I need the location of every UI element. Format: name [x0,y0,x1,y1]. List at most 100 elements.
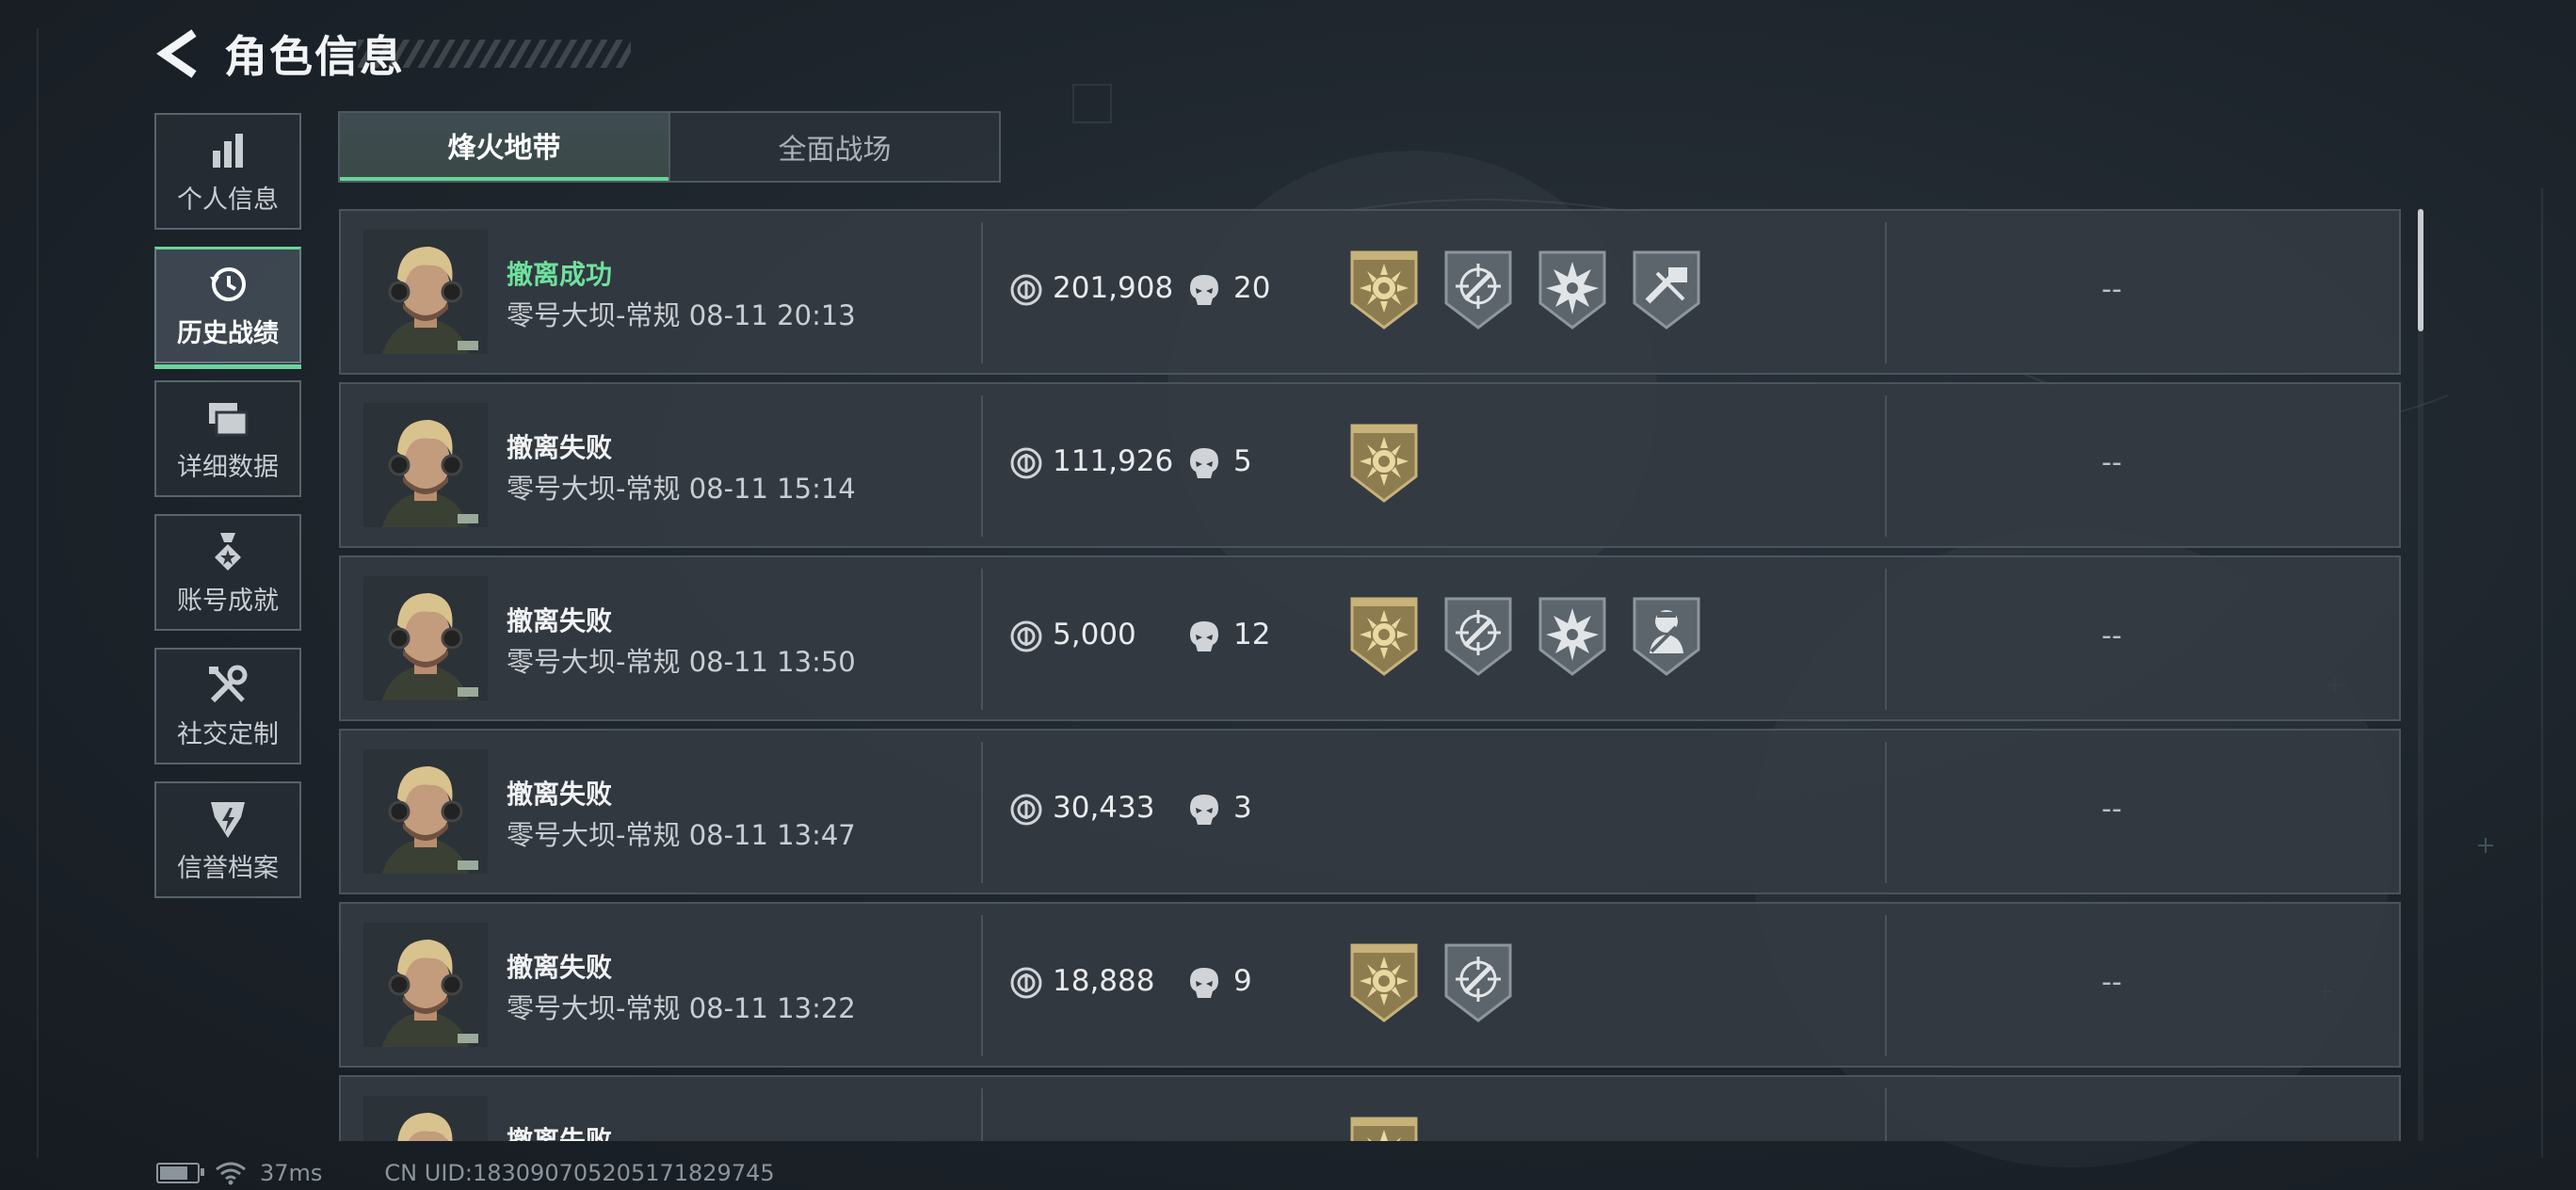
column-divider [981,742,983,883]
loot-value: 201,908 [1053,271,1174,305]
operator-avatar [363,576,488,700]
bar-chart-icon [213,133,243,168]
map-name: 零号大坝-常规 [507,473,681,505]
map-name: 零号大坝-常规 [507,646,681,678]
ping-value: 37ms [260,1160,323,1186]
map-name: 零号大坝-常规 [507,819,681,851]
nav-item-match-history[interactable]: 历史战绩 [154,247,301,369]
map-and-time: 零号大坝-常规 08-11 13:47 [507,813,856,853]
tools-medal-icon[interactable] [1629,249,1704,331]
explosion-medal-icon[interactable] [1535,249,1610,331]
gold-sun-medal-icon[interactable] [1346,422,1422,505]
coin-icon [1009,793,1043,827]
column-divider [1885,569,1887,710]
match-time: 08-11 20:13 [688,299,856,331]
nav-item-personal-info[interactable]: 个人信息 [154,113,301,230]
match-row[interactable]: 撤离失败 [339,1075,2401,1141]
gold-sun-medal-icon[interactable] [1346,941,1422,1024]
operator-avatar [363,230,488,354]
coin-icon [1009,619,1043,653]
crosshair-medal-icon[interactable] [1441,595,1516,678]
skull-icon [1188,966,1220,1000]
coin-icon [1009,446,1043,480]
skull-icon [1188,619,1220,653]
operator-avatar [363,749,488,874]
column-divider [981,569,983,710]
folder-icon [209,402,249,436]
kill-count: 12 [1233,618,1271,651]
battery-icon [156,1163,204,1183]
explosion-medal-icon[interactable] [1535,595,1610,678]
column-divider [1885,915,1887,1056]
nav-item-reputation[interactable]: 信誉档案 [154,781,301,898]
operator-avatar [363,403,488,527]
match-row[interactable]: 撤离成功 零号大坝-常规 08-11 20:13 201,908 20 -- [339,209,2401,375]
gold-sun-medal-icon[interactable] [1346,595,1422,678]
column-divider [981,915,983,1056]
medal-list [1346,422,1441,505]
match-time: 08-11 13:50 [688,646,856,678]
nav-item-social-customize[interactable]: 社交定制 [154,648,301,764]
gold-sun-medal-icon[interactable] [1346,1115,1422,1141]
extra-value: -- [2101,446,2122,479]
match-row[interactable]: 撤离失败 零号大坝-常规 08-11 13:50 5,000 12 -- [339,555,2401,721]
map-and-time: 零号大坝-常规 08-11 13:22 [507,987,856,1026]
mode-tabs: 烽火地带 全面战场 [338,111,1001,183]
medal-list [1346,1115,1441,1141]
tab-all-out-warfare[interactable]: 全面战场 [668,113,999,181]
loot-value: 18,888 [1053,964,1155,998]
medal-list [1346,595,1723,678]
match-time: 08-11 15:14 [688,473,856,505]
crosshair-medal-icon[interactable] [1441,941,1516,1024]
column-divider [981,222,983,363]
back-button[interactable] [151,25,207,82]
shield-icon [211,801,245,838]
nav-item-label: 个人信息 [177,185,279,215]
extraction-result: 撤离失败 [507,1125,613,1141]
nav-item-label: 账号成就 [177,586,279,616]
extra-value: -- [2101,966,2122,999]
nav-item-achievements[interactable]: 账号成就 [154,514,301,631]
operator-avatar [363,1096,488,1141]
map-and-time: 零号大坝-常规 08-11 13:50 [507,640,856,680]
nav-item-detailed-data[interactable]: 详细数据 [154,380,301,497]
match-row[interactable]: 撤离失败 零号大坝-常规 08-11 13:47 30,433 3 -- [339,729,2401,894]
scrollbar-track[interactable] [2418,209,2423,1141]
map-and-time: 零号大坝-常规 08-11 20:13 [507,294,856,333]
history-clock-icon [210,267,246,301]
nav-item-label: 社交定制 [177,719,279,749]
status-footer: 37ms CN UID:18309070520517182​9745 [156,1160,775,1186]
kill-count: 5 [1233,444,1252,478]
extraction-result: 撤离失败 [507,952,613,983]
map-name: 零号大坝-常规 [507,992,681,1024]
nav-item-label: 历史战绩 [177,319,279,348]
skull-icon [1188,446,1220,480]
match-row[interactable]: 撤离失败零号大坝-常规 08-11 15:14 111,926 5 -- [339,382,2401,548]
coin-icon [1009,966,1043,1000]
extraction-result: 撤离失败 [507,605,613,636]
back-arrow-icon [156,29,197,78]
map-and-time: 零号大坝-常规 08-11 15:14 [507,467,856,507]
tab-extraction-zone[interactable]: 烽火地带 [340,113,668,181]
match-time: 08-11 13:22 [688,992,856,1024]
kill-count: 3 [1233,791,1252,825]
match-time: 08-11 13:47 [688,819,856,851]
kill-count: 9 [1233,964,1252,998]
medic-medal-icon[interactable] [1629,595,1704,678]
loot-value: 30,433 [1053,791,1155,825]
loot-value: 111,926 [1053,444,1174,478]
column-divider [1885,1088,1887,1141]
skull-icon [1188,793,1220,827]
column-divider [981,395,983,537]
extraction-result: 撤离失败 [507,432,613,463]
match-history-list[interactable]: 撤离成功 零号大坝-常规 08-11 20:13 201,908 20 -- 撤离失败 零号… [339,209,2403,1141]
nav-item-label: 详细数据 [177,452,279,482]
gold-sun-medal-icon[interactable] [1346,249,1422,331]
coin-icon [1009,273,1043,307]
scrollbar-thumb[interactable] [2418,209,2423,331]
extraction-result: 撤离失败 [507,779,613,810]
column-divider [981,1088,983,1141]
crosshair-medal-icon[interactable] [1441,249,1516,331]
match-row[interactable]: 撤离失败零号大坝-常规 08-11 13:22 18,888 9 -- [339,902,2401,1068]
wifi-icon [216,1162,246,1185]
